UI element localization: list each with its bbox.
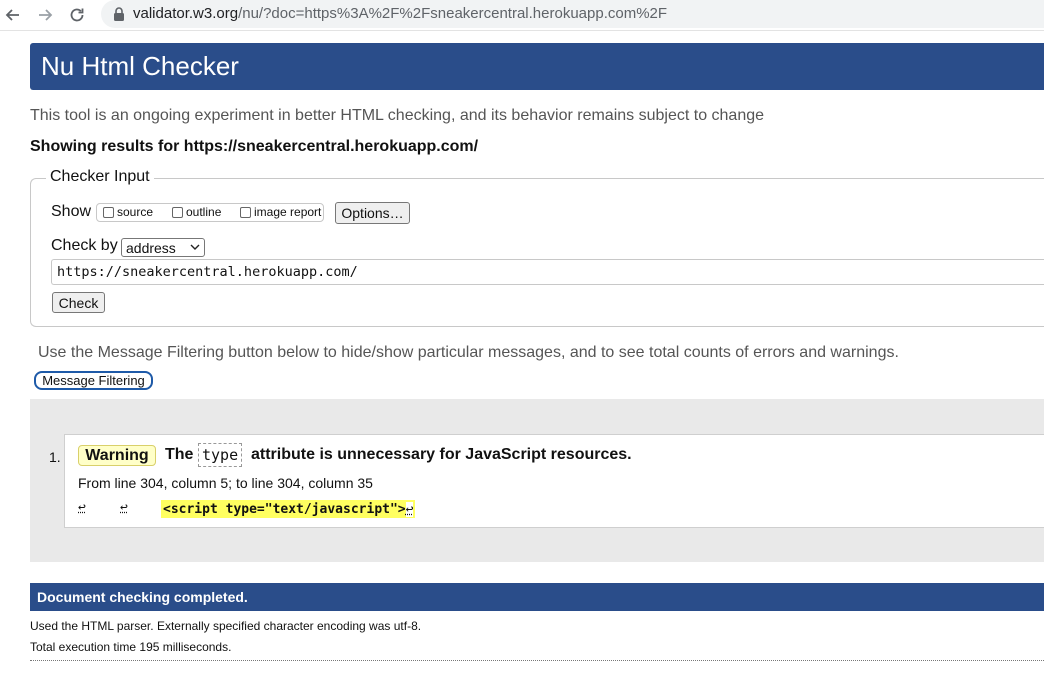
outline-checkbox[interactable] xyxy=(172,206,183,218)
source-option[interactable]: source xyxy=(103,205,153,219)
browser-toolbar: validator.w3.org/nu/?doc=https%3A%2F%2Fs… xyxy=(0,0,1044,31)
return-marker-icon: ↩ xyxy=(405,501,414,517)
parser-info: Used the HTML parser. Externally specifi… xyxy=(30,619,422,633)
image-report-checkbox[interactable] xyxy=(240,206,251,218)
source-extract: <script type="text/javascript"> ↩ xyxy=(161,500,416,518)
check-button[interactable]: Check xyxy=(52,292,105,313)
completion-text: Document checking completed. xyxy=(37,589,248,605)
outline-option[interactable]: outline xyxy=(172,205,221,219)
forward-icon[interactable] xyxy=(33,3,57,27)
chevron-down-icon xyxy=(190,244,200,250)
filter-instructions: Use the Message Filtering button below t… xyxy=(38,344,899,361)
document-url-value: https://sneakercentral.herokuapp.com/ xyxy=(57,264,358,280)
highlighted-code: <script type="text/javascript"> xyxy=(163,501,406,517)
address-bar[interactable]: validator.w3.org/nu/?doc=https%3A%2F%2Fs… xyxy=(101,0,1044,28)
message-location: From line 304, column 5; to line 304, co… xyxy=(78,475,373,491)
options-button[interactable]: Options… xyxy=(335,202,410,224)
source-option-label: source xyxy=(117,205,154,219)
intro-text: This tool is an ongoing experiment in be… xyxy=(30,107,765,124)
warning-badge: Warning xyxy=(78,445,156,466)
message-number: 1. xyxy=(49,449,61,465)
back-icon[interactable] xyxy=(1,3,25,27)
page-header: Nu Html Checker xyxy=(30,43,1044,90)
lock-icon xyxy=(114,7,124,21)
show-options-group: source outline image report xyxy=(96,203,324,222)
message-title-code: type xyxy=(198,443,243,467)
page-title: Nu Html Checker xyxy=(41,51,239,81)
return-marker-icon: ↩ xyxy=(120,500,128,515)
message-filtering-button[interactable]: Message Filtering xyxy=(34,371,153,390)
show-label: Show xyxy=(51,203,92,220)
message-title-suffix: attribute is unnecessary for JavaScript … xyxy=(251,446,632,463)
execution-time: Total execution time 195 milliseconds. xyxy=(30,640,232,654)
message-title-prefix: The xyxy=(165,446,194,463)
document-url-input[interactable]: https://sneakercentral.herokuapp.com/ xyxy=(51,259,1044,285)
image-report-option-label: image report xyxy=(254,205,322,219)
url-path: /nu/?doc=https%3A%2F%2Fsneakercentral.he… xyxy=(238,5,668,22)
url-host: validator.w3.org xyxy=(133,5,239,22)
outline-option-label: outline xyxy=(186,205,222,219)
reload-icon[interactable] xyxy=(65,3,89,27)
image-report-option[interactable]: image report xyxy=(240,205,321,219)
check-by-value: address xyxy=(126,240,176,256)
return-marker-icon: ↩ xyxy=(78,500,86,515)
source-checkbox[interactable] xyxy=(103,206,114,218)
divider xyxy=(30,660,1044,661)
completion-banner: Document checking completed. xyxy=(30,583,1044,611)
checker-input-legend: Checker Input xyxy=(46,168,154,186)
check-by-select[interactable]: address xyxy=(121,238,205,257)
url-text: validator.w3.org/nu/?doc=https%3A%2F%2Fs… xyxy=(133,5,667,22)
check-by-label: Check by xyxy=(51,237,118,254)
showing-results-heading: Showing results for https://sneakercentr… xyxy=(30,138,479,155)
